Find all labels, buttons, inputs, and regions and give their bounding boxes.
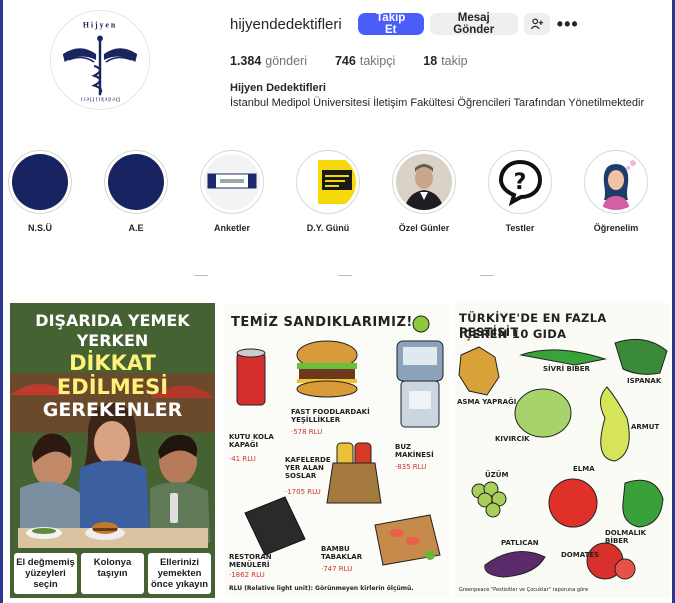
followers-stat[interactable]: 746 takipçi — [335, 54, 395, 68]
post2-item-value: ·747 RLU — [321, 565, 353, 573]
post3-item: DOLMALIK BİBER — [605, 529, 647, 545]
message-button[interactable]: Mesaj Gönder — [429, 12, 518, 36]
post3-title-line2: İÇEREN 10 GIDA — [459, 327, 567, 341]
highlight-label: Testler — [505, 223, 535, 233]
highlight-label: Anketler — [213, 223, 250, 233]
question-mark-icon: ? — [492, 154, 548, 210]
post2-title: TEMİZ SANDIKLARIMIZ! — [231, 315, 413, 330]
post1-tip: Ellerinizi yemekten önce yıkayın — [148, 553, 211, 594]
svg-text:?: ? — [514, 170, 527, 195]
follow-button[interactable]: Takip Et — [357, 12, 424, 36]
post1-tip: El değmemiş yüzeyleri seçin — [14, 553, 77, 594]
post2-item-name: RESTORAN MENÜLERİ — [229, 553, 272, 569]
posts-label: gönderi — [265, 54, 307, 68]
highlight-cover — [108, 154, 164, 210]
highlight-nsu[interactable]: N.S.Ü — [5, 150, 75, 233]
story-highlights: N.S.Ü A.E Anketler D.Y. Günü Özel Günler… — [0, 150, 675, 240]
post2-item-name: FAST FOODLARDAKİ YEŞİLLİKLER — [291, 408, 370, 424]
post3-item: PATLICAN — [501, 539, 539, 547]
following-stat[interactable]: 18 takip — [423, 54, 467, 68]
more-horizontal-icon[interactable]: ••• — [556, 13, 580, 35]
following-count: 18 — [423, 54, 438, 68]
thinking-girl-icon — [588, 154, 644, 210]
highlight-anketler[interactable]: Anketler — [197, 150, 267, 233]
following-label: takip — [441, 54, 468, 68]
highlight-ogrenelim[interactable]: Öğrenelim — [581, 150, 651, 233]
highlight-label: D.Y. Günü — [306, 223, 350, 233]
post2-item-name: BAMBU TABAKLAR — [321, 545, 363, 561]
username: hijyendedektifleri — [230, 15, 342, 33]
profile-action-row: hijyendedektifleri Takip Et Mesaj Gönder… — [230, 12, 655, 36]
tab-indicator-marks — [0, 275, 675, 279]
highlight-ozel-gunler[interactable]: Özel Günler — [389, 150, 459, 233]
followers-label: takipçi — [359, 54, 396, 68]
post-tile-pesticide-foods[interactable]: TÜRKİYE'DE EN FAZLA PESTİSİT İÇEREN 10 G… — [455, 303, 670, 598]
post2-item-value: ·835 RLU — [395, 463, 427, 471]
profile-stats: 1.384 gönderi 746 takipçi 18 takip — [230, 54, 655, 68]
profile-full-name: Hijyen Dedektifleri — [230, 82, 326, 94]
profile-bio: İstanbul Medipol Üniversitesi İletişim F… — [230, 97, 645, 109]
post3-item: ARMUT — [631, 423, 660, 431]
post3-item: ISPANAK — [627, 377, 662, 385]
post2-footnote: RLU (Relative light unit): Görünmeyen ki… — [229, 585, 414, 592]
post3-item: SİVRİ BİBER — [543, 365, 590, 373]
post2-item-value: ·41 RLU — [229, 455, 256, 463]
post-tile-eating-out[interactable]: DIŞARIDA YEMEK YERKEN DİKKAT EDİLMESİ GE… — [10, 303, 215, 598]
post1-title: DIŞARIDA YEMEK YERKEN DİKKAT EDİLMESİ GE… — [10, 311, 215, 421]
highlight-cover — [12, 154, 68, 210]
post1-title-line1: DIŞARIDA YEMEK YERKEN — [35, 311, 190, 350]
posts-stat[interactable]: 1.384 gönderi — [230, 54, 307, 68]
post3-item: DOMATES — [561, 551, 600, 559]
person-add-icon[interactable] — [523, 13, 550, 35]
post1-title-line3: GEREKENLER — [42, 399, 183, 421]
highlight-label: Özel Günler — [398, 223, 450, 233]
posts-count: 1.384 — [230, 54, 262, 68]
post3-item: KIVIRCIK — [495, 435, 530, 443]
highlight-label: A.E — [128, 223, 144, 233]
post-tile-clean-surfaces[interactable]: TEMİZ SANDIKLARIMIZ! KUTU KOLA KAPAĞI ·4… — [225, 303, 450, 598]
post2-item-value: ·1862 RLU — [229, 571, 265, 579]
post3-item: ELMA — [573, 465, 595, 473]
post2-item-name: KAFELERDE YER ALAN SOSLAR — [285, 456, 331, 480]
svg-text:Hijyen: Hijyen — [83, 21, 117, 30]
posts-grid: DIŞARIDA YEMEK YERKEN DİKKAT EDİLMESİ GE… — [0, 303, 675, 603]
post1-tips: El değmemiş yüzeyleri seçin Kolonya taşı… — [14, 553, 211, 594]
followers-count: 746 — [334, 54, 356, 68]
highlight-label: Öğrenelim — [593, 223, 639, 233]
post2-item-name: KUTU KOLA KAPAĞI — [229, 433, 274, 449]
post2-item-value: ·578 RLU — [291, 428, 323, 436]
highlight-label: N.S.Ü — [27, 223, 52, 233]
food-safety-day-cover-icon — [300, 154, 356, 210]
post1-title-line2: DİKKAT EDİLMESİ — [56, 351, 169, 399]
portrait-cover-icon — [396, 154, 452, 210]
post1-tip: Kolonya taşıyın — [81, 553, 144, 594]
post3-footnote: Greenpeace "Pestisitler ve Çocuklar" rap… — [459, 587, 589, 593]
profile-info: hijyendedektifleri Takip Et Mesaj Gönder… — [230, 12, 655, 109]
post3-item: ASMA YAPRAĞI — [457, 398, 517, 406]
profile-avatar[interactable]: Hijyen Dedektifleri — [50, 10, 150, 110]
highlight-testler[interactable]: ? Testler — [485, 150, 555, 233]
svg-text:Dedektifleri: Dedektifleri — [80, 95, 120, 102]
highlight-dy-gunu[interactable]: D.Y. Günü — [293, 150, 363, 233]
post2-item-name: BUZ MAKİNESİ — [395, 443, 434, 459]
post3-item: ÜZÜM — [485, 471, 509, 479]
poll-cover-icon — [204, 154, 260, 210]
hygiene-detectives-logo: Hijyen Dedektifleri — [51, 11, 149, 109]
highlight-ae[interactable]: A.E — [101, 150, 171, 233]
post2-item-value: ·1705 RLU — [285, 488, 321, 496]
